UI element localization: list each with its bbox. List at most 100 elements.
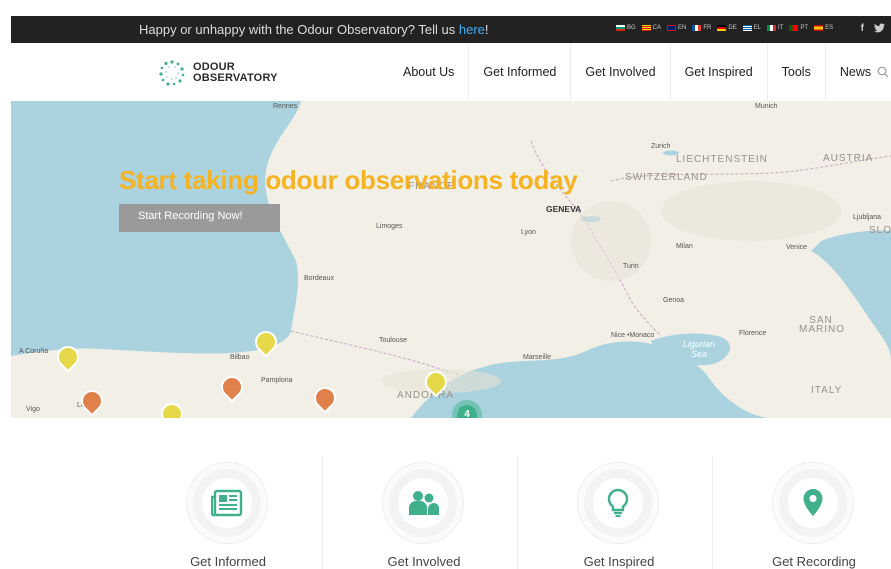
lang-label: ES [825,25,834,31]
map-label: SWITZERLAND [625,172,708,183]
lang-label: DE [728,25,737,31]
lang-ca[interactable]: CA [641,25,662,31]
lang-label: PT [800,25,809,31]
map-label: Bilbao [230,354,250,361]
feature-circle [187,463,267,543]
lang-label: FR [703,25,712,31]
map-label: Venice [786,244,808,251]
map-label: LIECHTENSTEIN [676,154,768,165]
map-label: Vigo [26,406,40,413]
map-label: Florence [739,330,767,337]
feature-get-recording[interactable]: Get Recording [716,456,891,569]
nav-get-inspired[interactable]: Get Inspired [669,43,767,101]
facebook-icon[interactable]: f [861,23,864,36]
map-label: ANDORRA [397,390,455,401]
feature-circle [773,463,853,543]
map-label: Milan [676,243,693,250]
lang-label: BG [627,25,636,31]
lightbulb-icon [607,488,629,518]
lang-de[interactable]: DE [717,25,737,31]
map-label: Toulouse [379,337,408,344]
flag-el-icon [742,25,752,31]
lang-label: EL [753,25,762,31]
feature-inner [202,478,252,528]
logo-icon [159,60,185,86]
map-label: Nice •Monaco [611,332,655,339]
feature-circle [578,463,658,543]
feature-get-informed[interactable]: Get Informed [130,456,326,569]
map-label: Ljubljana [853,214,882,221]
feature-label: Get Informed [190,554,266,569]
page: Happy or unhappy with the Odour Observat… [0,0,891,569]
nav-about-us[interactable]: About Us [389,43,468,101]
flag-pt-icon [789,25,799,31]
map-label: Turin [623,263,639,270]
map-label: ITALY [811,385,843,396]
map-label: Rennes [273,103,298,110]
divider [517,456,518,569]
map-label: AUSTRIA [823,153,874,164]
flag-it-icon [767,25,777,31]
feature-inner [788,478,838,528]
nav-get-informed[interactable]: Get Informed [468,43,570,101]
map-label: Marseille [523,354,552,361]
newspaper-icon [211,489,243,517]
lang-el[interactable]: EL [742,25,762,31]
feature-label: Get Recording [772,554,856,569]
map-label: Lyon [521,229,536,236]
map-pin-icon [803,489,823,516]
map-label: Pamplona [261,377,293,384]
language-switcher: BG CA EN FR DE EL IT PT ES [616,25,833,31]
feature-label: Get Inspired [583,554,655,569]
map-label: Limoges [376,223,403,230]
hero-headline: Start taking odour observations today [119,165,578,195]
logo-text: ODOUR OBSERVATORY [193,62,278,84]
divider [322,456,323,569]
feature-get-involved[interactable]: Get Involved [326,456,522,569]
nav-tools[interactable]: Tools [766,43,825,101]
top-bar: Happy or unhappy with the Odour Observat… [11,16,891,43]
feature-inner [593,478,643,528]
logo-line2: OBSERVATORY [193,72,278,84]
map-label: SAN MARINO [799,315,845,335]
people-icon [409,491,439,515]
feedback-message: Happy or unhappy with the Odour Observat… [139,22,489,37]
map-label: Genoa [663,297,685,304]
map-label: SLOV [869,225,891,236]
map-label: Ligurian Sea [682,339,716,359]
feature-get-inspired[interactable]: Get Inspired [521,456,717,569]
lang-fr[interactable]: FR [692,25,711,31]
feature-label: Get Involved [387,554,461,569]
main-nav: About Us Get Informed Get Involved Get I… [389,43,885,101]
feedback-link[interactable]: here [459,22,485,37]
map-label: A Coruña [19,348,49,355]
lang-pt[interactable]: PT [789,25,808,31]
hero-map[interactable]: Rennes Munich Zurich LIECHTENSTEIN AUSTR… [11,101,891,418]
lang-it[interactable]: IT [767,25,783,31]
map-label: Bordeaux [304,275,334,282]
lang-label: CA [652,25,662,31]
start-recording-button[interactable]: Start Recording Now! [119,204,280,232]
cluster-count: 4 [457,405,477,418]
site-header: ODOUR OBSERVATORY About Us Get Informed … [11,43,891,101]
lang-en[interactable]: EN [667,25,686,31]
nav-get-involved[interactable]: Get Involved [570,43,669,101]
lang-bg[interactable]: BG [616,25,636,31]
twitter-icon[interactable] [874,23,885,36]
lang-label: EN [678,25,687,31]
logo[interactable]: ODOUR OBSERVATORY [159,60,278,86]
lang-es[interactable]: ES [814,25,833,31]
flag-bg-icon [616,25,625,31]
flag-es-icon [814,25,824,31]
features-section: Get Informed Get Involved Get Inspired G… [130,456,890,569]
flag-de-icon [717,25,727,31]
feature-inner [398,478,448,528]
search-icon[interactable] [877,65,889,83]
flag-fr-icon [692,25,702,31]
flag-ca-icon [641,25,651,31]
social-links: f [861,23,885,36]
map-background [11,101,891,418]
lang-label: IT [778,25,784,31]
divider [712,456,713,569]
feedback-suffix: ! [484,22,489,37]
